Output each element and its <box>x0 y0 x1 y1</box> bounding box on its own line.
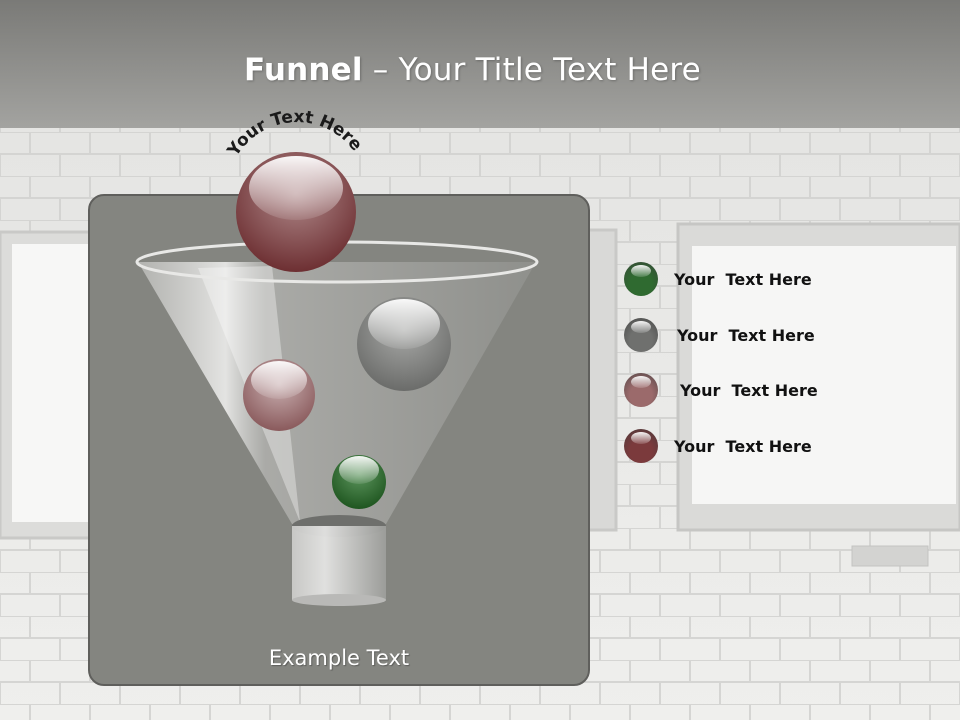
legend-label: Your Text Here <box>674 269 812 289</box>
legend-ball-icon <box>624 262 658 296</box>
legend-label: Your Text Here <box>677 325 815 345</box>
legend-ball-icon <box>624 373 658 407</box>
ball-pink <box>243 359 315 431</box>
legend-item: Your Text Here <box>624 372 818 408</box>
funnel-tube <box>292 526 386 600</box>
legend-ball-icon <box>624 318 658 352</box>
ball-gray <box>357 297 451 391</box>
ball-green <box>332 455 386 509</box>
legend-item: Your Text Here <box>624 428 812 464</box>
legend-label: Your Text Here <box>680 380 818 400</box>
legend-item: Your Text Here <box>624 261 812 297</box>
example-text: Example Text <box>268 646 410 670</box>
legend-label: Your Text Here <box>674 436 812 456</box>
legend-ball-icon <box>624 429 658 463</box>
funnel-graphic: Your Text Here <box>135 107 539 606</box>
ball-red-top <box>236 152 356 272</box>
legend-item: Your Text Here <box>624 317 815 353</box>
